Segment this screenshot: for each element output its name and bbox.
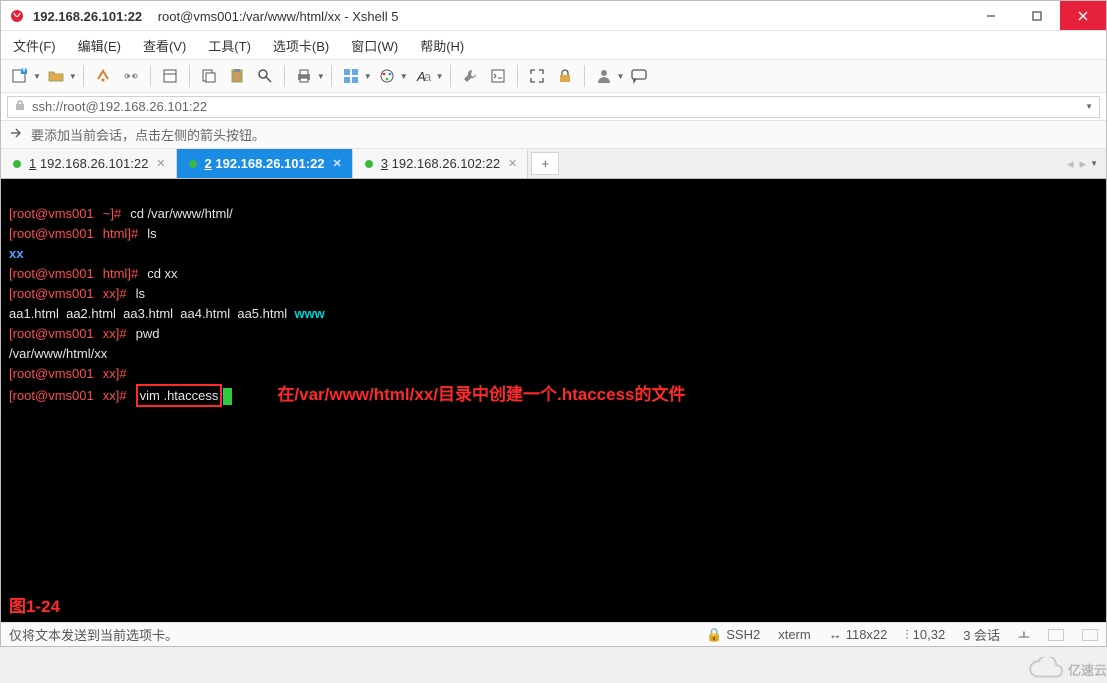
statusbar: 仅将文本发送到当前选项卡。 🔒SSH2 xterm ↔118x22 ⫶10,32… [1,622,1106,646]
app-icon [9,8,25,24]
tab-prev-icon[interactable]: ◂ [1067,156,1074,172]
lock-icon: 🔒 [706,627,722,643]
copy-button[interactable] [196,63,222,89]
cursor-icon [223,388,232,405]
font-button[interactable]: Aa [410,63,436,89]
dropdown-icon[interactable]: ▼ [364,72,372,81]
print-button[interactable] [291,63,317,89]
status-term: xterm [778,627,811,642]
fullscreen-button[interactable] [524,63,550,89]
dropdown-icon[interactable]: ▼ [69,72,77,81]
paste-button[interactable] [224,63,250,89]
tools-button[interactable] [457,63,483,89]
highlighted-command: vim .htaccess [136,384,223,407]
svg-text:+: + [20,67,28,76]
lock-button[interactable] [552,63,578,89]
arrow-icon[interactable] [9,126,23,143]
resize-icon: ↔ [829,627,842,642]
menu-view[interactable]: 查看(V) [139,34,190,57]
window-controls [968,1,1106,30]
figure-label: 图1-24 [9,597,60,616]
infobar-text: 要添加当前会话，点击左侧的箭头按钮。 [31,125,265,144]
new-session-button[interactable]: + [7,63,33,89]
menu-file[interactable]: 文件(F) [9,34,60,57]
tab-nav: ◂ ▸ ▼ [1059,149,1106,178]
dropdown-icon[interactable]: ▼ [33,72,41,81]
menubar: 文件(F) 编辑(E) 查看(V) 工具(T) 选项卡(B) 窗口(W) 帮助(… [1,31,1106,59]
close-button[interactable] [1060,1,1106,30]
script-button[interactable] [485,63,511,89]
session-tab-1[interactable]: 1 192.168.26.101:22 ✕ [1,149,177,178]
close-tab-icon[interactable]: ✕ [508,157,517,170]
toolbar: +▼ ▼ ▼ ▼ ▼ Aa▼ ▼ [1,59,1106,93]
find-button[interactable] [252,63,278,89]
session-tab-2[interactable]: 2 192.168.26.101:22 ✕ [177,149,353,178]
address-text: ssh://root@192.168.26.101:22 [32,99,207,114]
status-cursor-pos: ⫶10,32 [905,627,945,643]
status-sessions: 3 会话 [963,625,1000,644]
addressbar: ssh://root@192.168.26.101:22 ▼ [1,93,1106,121]
terminal[interactable]: [root@vms001 ~]# cd /var/www/html/ [root… [1,179,1106,622]
titlebar: 192.168.26.101:22 root@vms001:/var/www/h… [1,1,1106,31]
dropdown-icon[interactable]: ▼ [317,72,325,81]
dropdown-icon[interactable]: ▼ [1090,159,1098,168]
num-indicator [1082,629,1098,641]
tab-next-icon[interactable]: ▸ [1080,156,1087,172]
status-dot-icon [189,160,197,168]
tabstrip: 1 192.168.26.101:22 ✕ 2 192.168.26.101:2… [1,149,1106,179]
position-icon: ⫶ [905,627,908,643]
address-input[interactable]: ssh://root@192.168.26.101:22 ▼ [7,96,1100,118]
menu-tabs[interactable]: 选项卡(B) [269,34,333,57]
cloud-icon [1026,657,1064,681]
dropdown-icon[interactable]: ▼ [1085,102,1093,111]
dropdown-icon[interactable]: ▼ [436,72,444,81]
status-message: 仅将文本发送到当前选项卡。 [9,625,706,644]
menu-tools[interactable]: 工具(T) [204,34,255,57]
status-dot-icon [13,160,21,168]
reconnect-button[interactable] [90,63,116,89]
menu-window[interactable]: 窗口(W) [347,34,402,57]
dropdown-icon[interactable]: ▼ [617,72,625,81]
minimize-button[interactable] [968,1,1014,30]
status-extra: ㅗ [1018,625,1030,644]
chat-button[interactable] [626,63,652,89]
menu-help[interactable]: 帮助(H) [416,34,468,57]
svg-text:a: a [424,69,432,84]
status-dot-icon [365,160,373,168]
people-button[interactable] [591,63,617,89]
disconnect-button[interactable] [118,63,144,89]
menu-edit[interactable]: 编辑(E) [74,34,125,57]
cap-indicator [1048,629,1064,641]
close-tab-icon[interactable]: ✕ [156,157,165,170]
annotation-text: 在/var/www/html/xx/目录中创建一个.htaccess的文件 [277,385,685,404]
app-window: 192.168.26.101:22 root@vms001:/var/www/h… [0,0,1107,647]
lock-icon [14,99,26,114]
dropdown-icon[interactable]: ▼ [400,72,408,81]
infobar: 要添加当前会话，点击左侧的箭头按钮。 [1,121,1106,149]
close-tab-icon[interactable]: ✕ [333,157,342,170]
color-button[interactable] [374,63,400,89]
properties-button[interactable] [157,63,183,89]
add-tab-button[interactable]: + [531,152,559,175]
window-title: 192.168.26.101:22 root@vms001:/var/www/h… [33,8,968,24]
maximize-button[interactable] [1014,1,1060,30]
open-button[interactable] [43,63,69,89]
layout-button[interactable] [338,63,364,89]
watermark: 亿速云 [1026,657,1107,681]
session-tab-3[interactable]: 3 192.168.26.102:22 ✕ [353,149,529,178]
status-size: ↔118x22 [829,627,888,642]
status-ssh: 🔒SSH2 [706,627,760,643]
